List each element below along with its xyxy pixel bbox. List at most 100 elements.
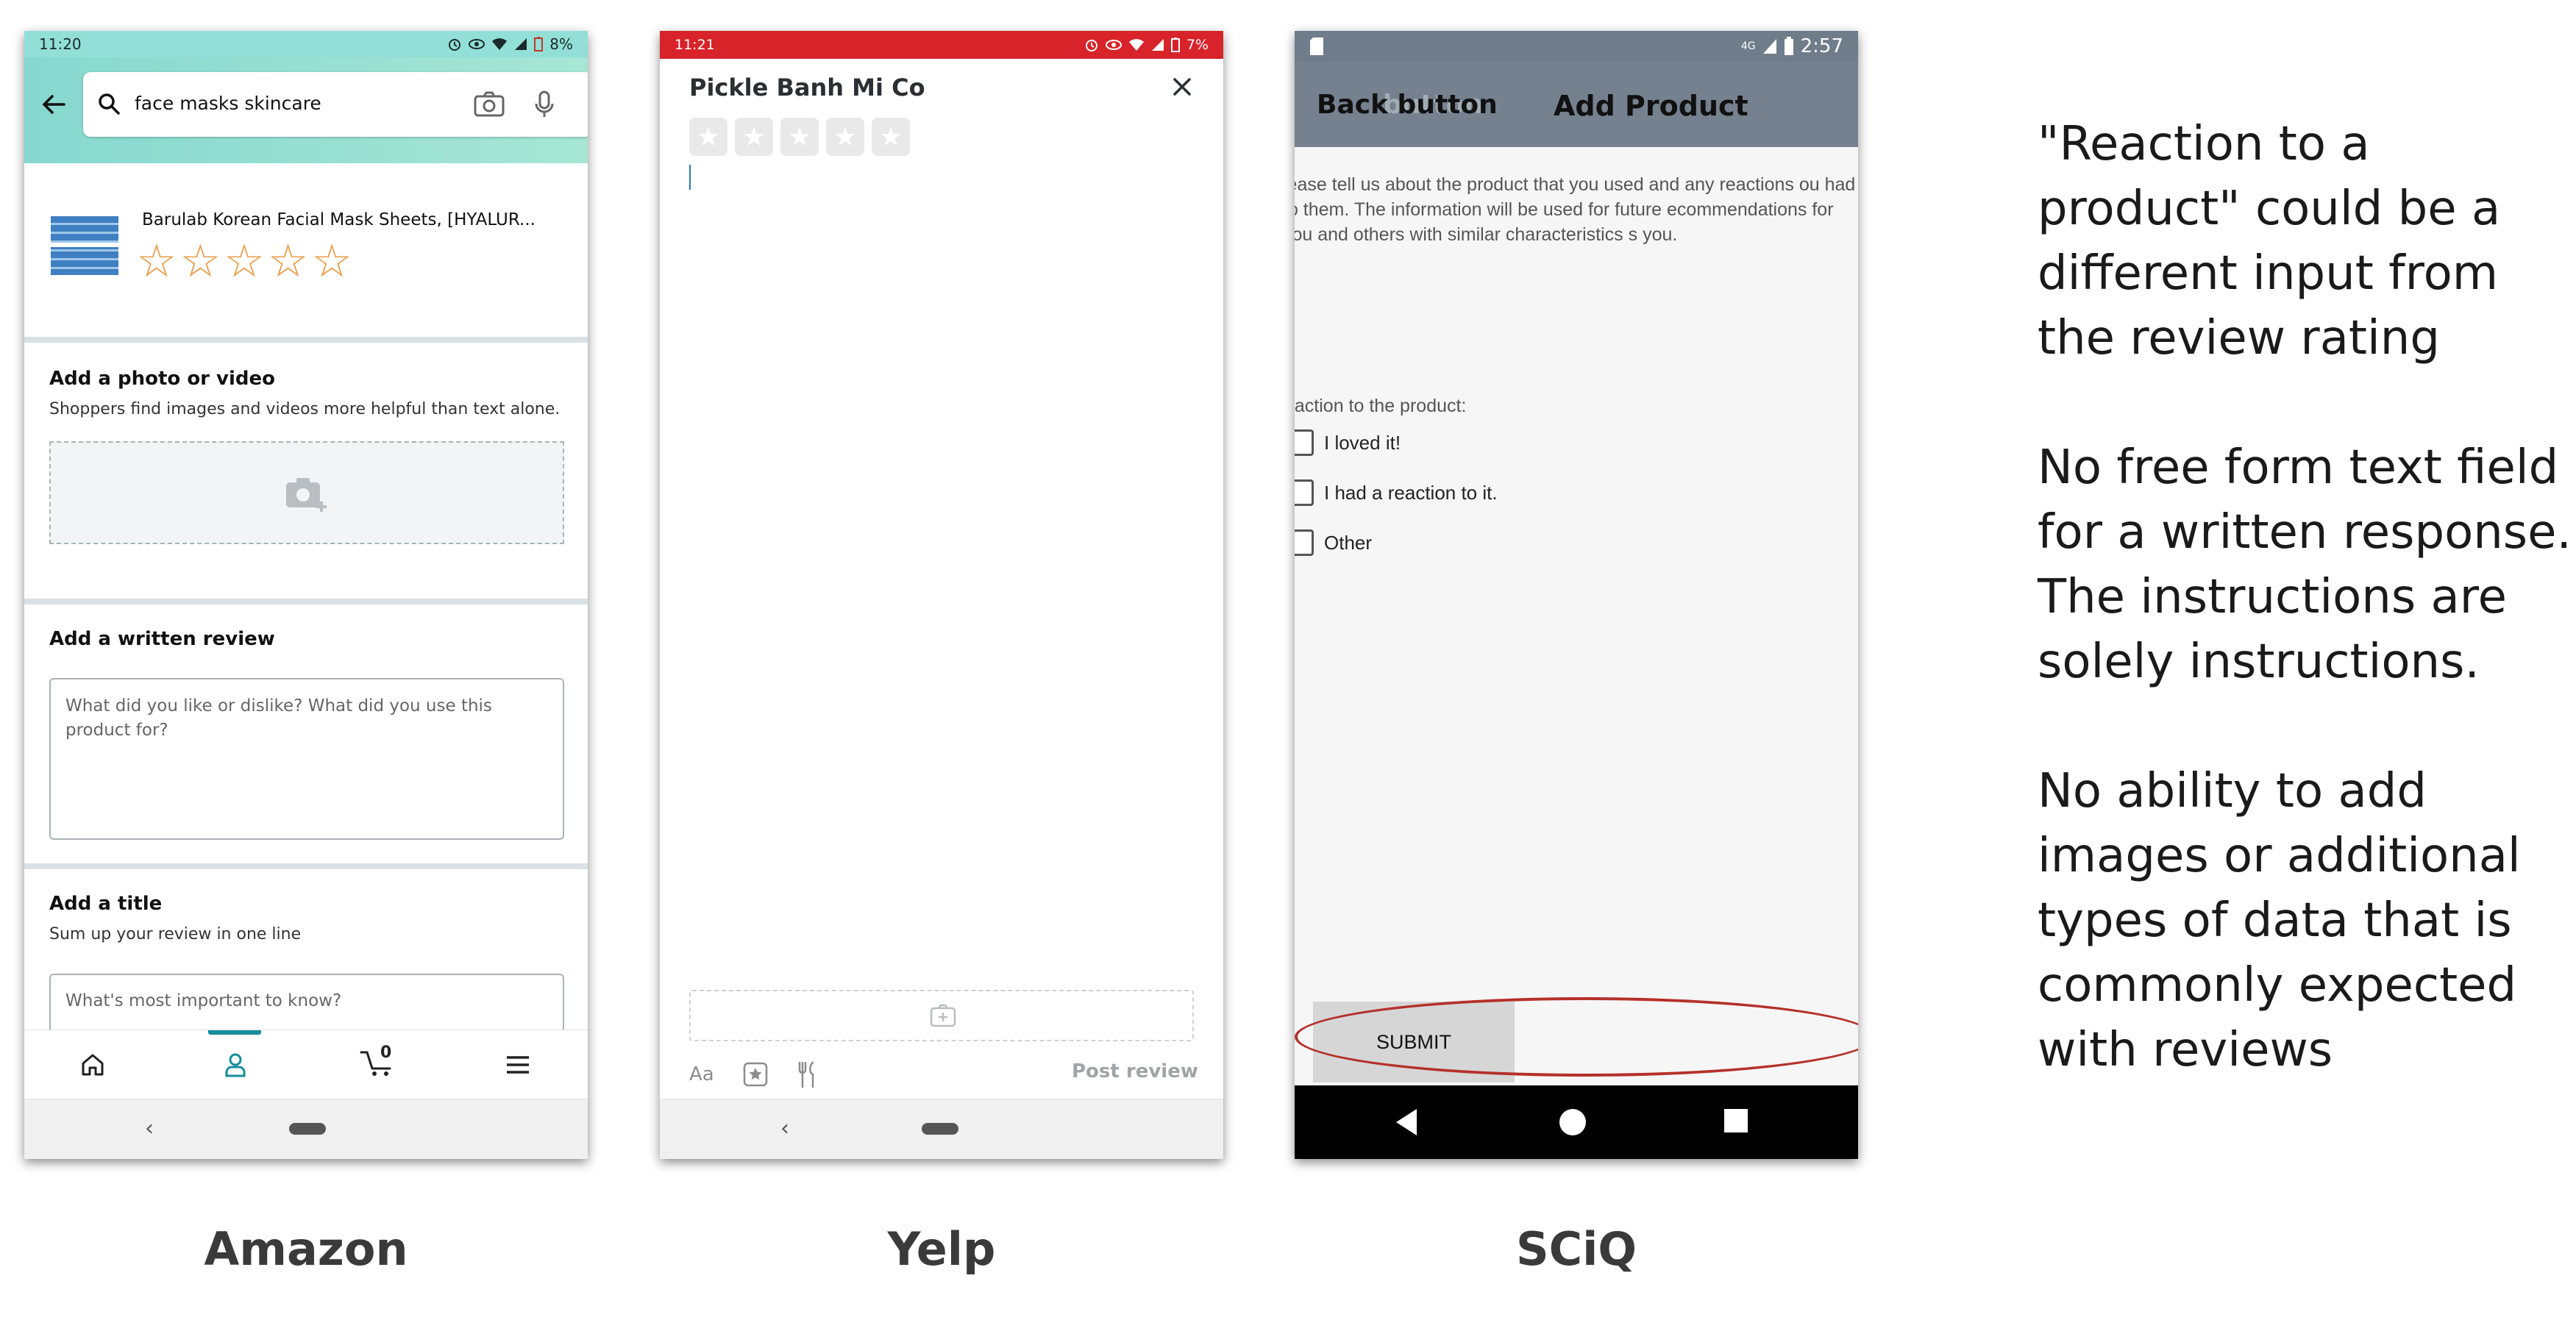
status-icons: 7% <box>1084 37 1209 53</box>
back-arrow-icon[interactable] <box>38 88 70 121</box>
star-icon[interactable]: ☆ <box>180 238 221 284</box>
caption-yelp: Yelp <box>887 1222 996 1276</box>
star-icon[interactable]: ★ <box>735 118 773 156</box>
eye-icon <box>469 39 485 49</box>
photo-section-subtitle: Shoppers find images and videos more hel… <box>49 400 561 418</box>
status-time: 11:21 <box>675 37 715 53</box>
review-title-field[interactable]: What's most important to know? <box>49 974 564 1032</box>
divider <box>24 599 588 604</box>
star-icon[interactable]: ★ <box>872 118 910 156</box>
status-icons: 8% <box>447 35 573 53</box>
battery-icon <box>1784 37 1793 55</box>
wifi-icon <box>492 38 508 50</box>
review-section-title: Add a written review <box>49 628 275 650</box>
sciq-screen: 4G 2:57 button Back button Add Product l… <box>1295 31 1858 1159</box>
product-name: Barulab Korean Facial Mask Sheets, [HYAL… <box>142 210 536 229</box>
review-text-field[interactable] <box>689 165 691 190</box>
search-query: face masks skincare <box>135 93 321 114</box>
system-nav-bar: ‹ <box>660 1099 1223 1159</box>
add-photo-button[interactable] <box>689 990 1194 1041</box>
star-icon[interactable]: ☆ <box>311 238 352 284</box>
reaction-option[interactable]: I loved it! <box>1295 429 1401 456</box>
search-header: face masks skincare <box>24 57 588 163</box>
camera-icon[interactable] <box>473 90 505 119</box>
product-summary: Barulab Korean Facial Mask Sheets, [HYAL… <box>24 163 588 337</box>
status-time: 2:57 <box>1800 35 1843 57</box>
close-icon[interactable] <box>1169 74 1195 100</box>
nav-back-icon[interactable]: ‹ <box>780 1116 789 1141</box>
photo-section-title: Add a photo or video <box>49 368 276 390</box>
star-icon[interactable]: ☆ <box>136 238 177 284</box>
star-icon[interactable]: ☆ <box>224 238 265 284</box>
status-bar: 4G 2:57 <box>1295 31 1858 62</box>
checkbox[interactable] <box>1295 479 1314 506</box>
alarm-icon <box>449 39 461 51</box>
menu-icon[interactable] <box>504 1051 532 1079</box>
caption-amazon: Amazon <box>204 1222 408 1276</box>
wifi-icon <box>1128 39 1144 51</box>
search-input[interactable]: face masks skincare <box>83 72 588 137</box>
note: "Reaction to a product" could be a diffe… <box>2038 117 2501 365</box>
text-format-button[interactable]: Aa <box>689 1063 714 1085</box>
yelp-screen: 11:21 7% Pickle Banh Mi Co ★ ★ ★ ★ ★ Aa … <box>660 31 1223 1159</box>
post-review-button[interactable]: Post review <box>1072 1060 1198 1082</box>
alarm-icon <box>1085 40 1097 51</box>
star-icon[interactable]: ☆ <box>268 238 309 284</box>
note: No ability to add images or additional t… <box>2038 764 2521 1077</box>
utensils-icon[interactable] <box>797 1060 820 1088</box>
add-photo-icon <box>286 478 327 512</box>
status-battery: 7% <box>1186 37 1209 53</box>
divider <box>24 863 588 869</box>
system-nav-bar <box>1295 1085 1858 1159</box>
home-icon[interactable] <box>79 1051 107 1079</box>
star-icon[interactable]: ★ <box>689 118 727 156</box>
instructions-text: lease tell us about the product that you… <box>1295 174 1856 245</box>
divider <box>24 337 588 343</box>
battery-icon <box>1170 38 1180 52</box>
status-battery: 8% <box>549 35 573 53</box>
title-section-title: Add a title <box>49 893 163 915</box>
star-icon[interactable]: ★ <box>826 118 864 156</box>
nav-back-icon[interactable]: ‹ <box>145 1116 154 1141</box>
add-photo-button[interactable] <box>49 441 564 544</box>
star-rating[interactable]: ☆ ☆ ☆ ☆ ☆ <box>136 238 352 284</box>
nav-home-pill[interactable] <box>289 1123 326 1135</box>
battery-icon <box>534 37 544 51</box>
app-header: button Back button Add Product <box>1295 62 1858 147</box>
option-label: Other <box>1324 531 1373 554</box>
cart-count: 0 <box>380 1043 392 1062</box>
status-bar: 11:21 7% <box>660 31 1223 59</box>
option-label: I loved it! <box>1324 431 1401 454</box>
note: No free form text field for a written re… <box>2038 440 2572 689</box>
notes-panel: "Reaction to a product" could be a diffe… <box>2038 112 2576 1147</box>
page-title: Add Product <box>1554 90 1748 122</box>
back-button[interactable]: Back button <box>1317 90 1498 120</box>
account-icon[interactable] <box>221 1051 249 1079</box>
system-nav-bar: ‹ <box>24 1099 588 1159</box>
star-badge-icon[interactable] <box>742 1061 769 1088</box>
star-rating[interactable]: ★ ★ ★ ★ ★ <box>689 118 910 156</box>
reaction-option[interactable]: Other <box>1295 529 1372 556</box>
search-icon <box>99 93 120 115</box>
reaction-label: eaction to the product: <box>1295 396 1467 416</box>
star-icon[interactable]: ★ <box>780 118 819 156</box>
active-tab-indicator <box>208 1030 261 1035</box>
status-network: 4G <box>1740 40 1756 52</box>
status-bar: 11:20 8% <box>24 31 588 57</box>
sd-card-icon <box>1310 38 1323 55</box>
cart-button[interactable]: 0 <box>360 1043 396 1080</box>
nav-home-pill[interactable] <box>922 1123 958 1135</box>
written-review-field[interactable]: What did you like or dislike? What did y… <box>49 678 564 840</box>
nav-home-icon[interactable] <box>1559 1109 1586 1135</box>
checkbox[interactable] <box>1295 429 1314 456</box>
checkbox[interactable] <box>1295 529 1314 556</box>
microphone-icon[interactable] <box>533 90 555 119</box>
product-thumbnail <box>51 216 118 275</box>
highlight-annotation <box>1295 997 1858 1077</box>
nav-recents-icon[interactable] <box>1724 1109 1748 1132</box>
reaction-option[interactable]: I had a reaction to it. <box>1295 479 1498 506</box>
caption-sciq: SCiQ <box>1515 1222 1637 1276</box>
nav-back-icon[interactable] <box>1396 1109 1417 1135</box>
add-photo-icon <box>930 1004 956 1027</box>
status-time: 11:20 <box>39 35 82 53</box>
